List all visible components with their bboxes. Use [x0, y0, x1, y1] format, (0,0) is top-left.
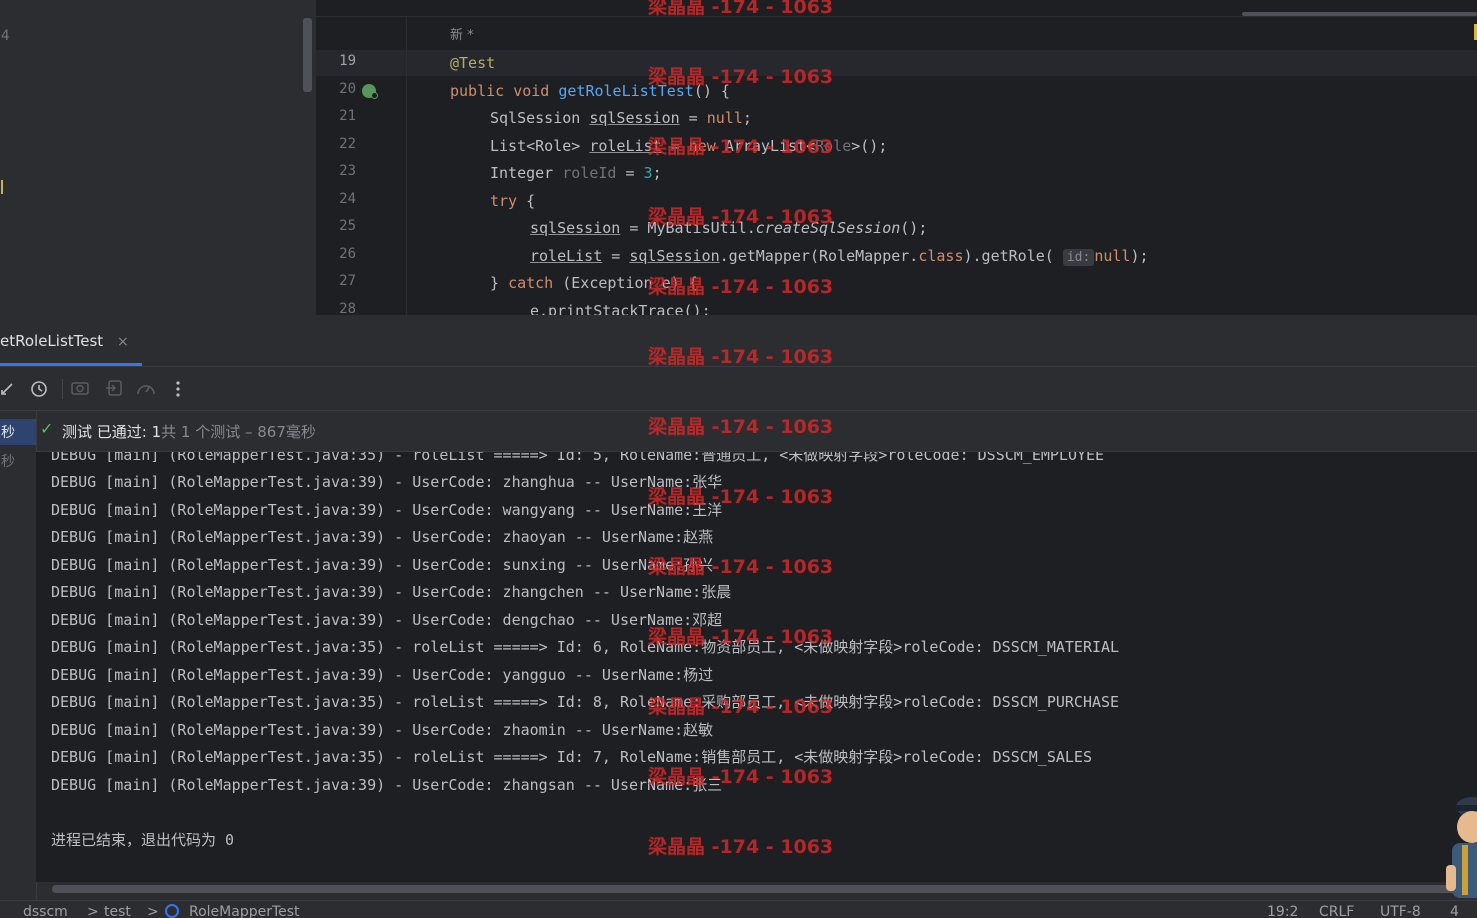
parameter-hint: id:: [1062, 249, 1095, 266]
line-number: 26: [339, 246, 356, 262]
test-tree-item-selected[interactable]: 秒: [0, 419, 36, 445]
run-tab-label[interactable]: etRoleListTest: [0, 332, 103, 350]
active-tab-indicator: [0, 363, 142, 366]
more-icon[interactable]: [175, 380, 181, 402]
console-line: DEBUG [main] (RoleMapperTest.java:35) - …: [51, 748, 1092, 766]
code-line-27[interactable]: } catch (Exception e) {: [490, 273, 698, 293]
test-status-text: 测试 已通过: 1共 1 个测试 – 867毫秒: [62, 423, 316, 441]
code-line-28[interactable]: e.printStackTrace();: [530, 301, 711, 315]
close-icon[interactable]: ×: [117, 334, 129, 350]
run-toolbar: [0, 367, 1477, 411]
console-line: DEBUG [main] (RoleMapperTest.java:39) - …: [51, 473, 723, 491]
import-icon[interactable]: [106, 380, 122, 400]
console-line: DEBUG [main] (RoleMapperTest.java:39) - …: [51, 501, 723, 519]
class-icon: [165, 904, 179, 918]
run-test-gutter-icon[interactable]: [362, 84, 378, 99]
console-line: DEBUG [main] (RoleMapperTest.java:35) - …: [51, 693, 1120, 711]
test-tree-item[interactable]: 秒: [1, 451, 15, 471]
code-line-19[interactable]: @Test: [450, 53, 495, 73]
code-line-23[interactable]: Integer roleId = 3;: [490, 163, 662, 183]
console-line: DEBUG [main] (RoleMapperTest.java:39) - …: [51, 556, 714, 574]
console-line: DEBUG [main] (RoleMapperTest.java:39) - …: [51, 611, 723, 629]
console-output[interactable]: DEBUG [main] (RoleMapperTest.java:35) - …: [36, 452, 1477, 882]
console-line: DEBUG [main] (RoleMapperTest.java:39) - …: [51, 776, 723, 794]
history-icon[interactable]: [30, 380, 48, 402]
screenshot-icon[interactable]: [71, 380, 89, 400]
console-line: DEBUG [main] (RoleMapperTest.java:39) - …: [51, 666, 714, 684]
coverage-icon[interactable]: [136, 380, 156, 400]
indent-setting[interactable]: 4: [1450, 904, 1459, 918]
line-number: 27: [339, 273, 356, 289]
project-panel: 4: [0, 0, 316, 315]
mascot-image: [1442, 795, 1477, 905]
line-separator[interactable]: CRLF: [1319, 904, 1354, 918]
console-horizontal-scrollbar[interactable]: [52, 885, 1462, 893]
console-line: DEBUG [main] (RoleMapperTest.java:35) - …: [51, 452, 1105, 464]
console-line: DEBUG [main] (RoleMapperTest.java:35) - …: [51, 638, 1120, 656]
console-line: DEBUG [main] (RoleMapperTest.java:39) - …: [51, 721, 714, 739]
gutter-separator: [406, 16, 407, 315]
file-encoding[interactable]: UTF-8: [1380, 904, 1421, 918]
rerun-failed-icon[interactable]: [0, 380, 16, 400]
test-status-line: ✓ 测试 已通过: 1共 1 个测试 – 867毫秒: [36, 411, 1477, 452]
test-tree: 秒 秒: [0, 411, 37, 905]
breadcrumb-separator: >: [147, 904, 159, 918]
breadcrumb-module[interactable]: test: [104, 904, 131, 918]
run-tool-window: etRoleListTest × 秒 秒 ✓ 测试 已通过: 1共 1 个测试 …: [0, 315, 1477, 905]
code-line-21[interactable]: SqlSession sqlSession = null;: [490, 108, 752, 128]
code-editor[interactable]: 新 * 19 20 21 22 23 24 25 26 27 28 @Test …: [316, 0, 1477, 315]
code-line-24[interactable]: try {: [490, 191, 535, 211]
left-line-number: 4: [1, 28, 10, 44]
breadcrumb-file[interactable]: RoleMapperTest: [189, 904, 300, 918]
line-number: 25: [339, 218, 356, 234]
caret-position[interactable]: 19:2: [1267, 904, 1298, 918]
code-line-22[interactable]: List<Role> roleList = new ArrayList<Role…: [490, 136, 887, 156]
status-bar: dsscm > test > RoleMapperTest 19:2 CRLF …: [0, 900, 1477, 918]
change-marker: [1, 180, 3, 194]
line-number: 22: [339, 136, 356, 152]
editor-horizontal-scrollbar[interactable]: [1242, 12, 1477, 16]
project-panel-scrollbar[interactable]: [303, 18, 312, 92]
console-line: DEBUG [main] (RoleMapperTest.java:39) - …: [51, 583, 732, 601]
line-number: 24: [339, 191, 356, 207]
line-number: 19: [339, 53, 356, 69]
console-line: DEBUG [main] (RoleMapperTest.java:39) - …: [51, 528, 714, 546]
code-line-25[interactable]: sqlSession = MyBatisUtil.createSqlSessio…: [530, 218, 927, 238]
check-icon: ✓: [40, 419, 54, 438]
line-number: 28: [339, 301, 356, 315]
breadcrumb-separator: >: [87, 904, 99, 918]
console-exit-line: 进程已结束，退出代码为 0: [51, 831, 235, 849]
line-number: 21: [339, 108, 356, 124]
code-line-20[interactable]: public void getRoleListTest() {: [450, 81, 730, 101]
line-number: 23: [339, 163, 356, 179]
code-line-26[interactable]: roleList = sqlSession.getMapper(RoleMapp…: [530, 246, 1149, 266]
toolbar-separator: [62, 379, 63, 399]
author-inlay-hint: 新 *: [450, 28, 474, 43]
line-number: 20: [339, 81, 356, 97]
breadcrumb-project[interactable]: dsscm: [23, 904, 68, 918]
run-tab-row: etRoleListTest ×: [0, 315, 1477, 367]
